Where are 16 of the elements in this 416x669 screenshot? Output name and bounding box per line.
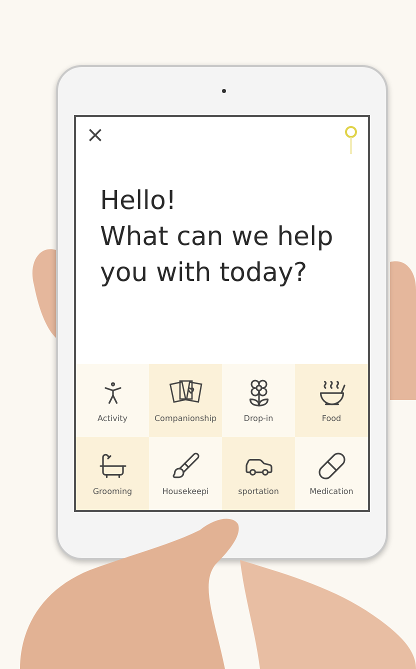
service-tile[interactable]: Companionship <box>149 364 222 437</box>
brush-icon <box>170 451 200 481</box>
service-tile[interactable]: Grooming <box>76 437 149 510</box>
pin-icon <box>344 125 358 155</box>
greeting-text: Hello! <box>100 185 178 218</box>
camera-dot <box>222 89 226 93</box>
service-tile[interactable]: Drop-in <box>222 364 295 437</box>
pill-icon <box>316 451 346 481</box>
close-icon[interactable]: × <box>86 125 104 147</box>
service-tile[interactable]: sportation <box>222 437 295 510</box>
service-tile[interactable]: Medication <box>295 437 368 510</box>
service-tile[interactable]: Activity <box>76 364 149 437</box>
question-text: What can we help you with today? <box>100 221 334 290</box>
service-tile[interactable]: Housekeepi <box>149 437 222 510</box>
bathtub-icon <box>98 451 128 481</box>
service-tile[interactable]: Food <box>295 364 368 437</box>
